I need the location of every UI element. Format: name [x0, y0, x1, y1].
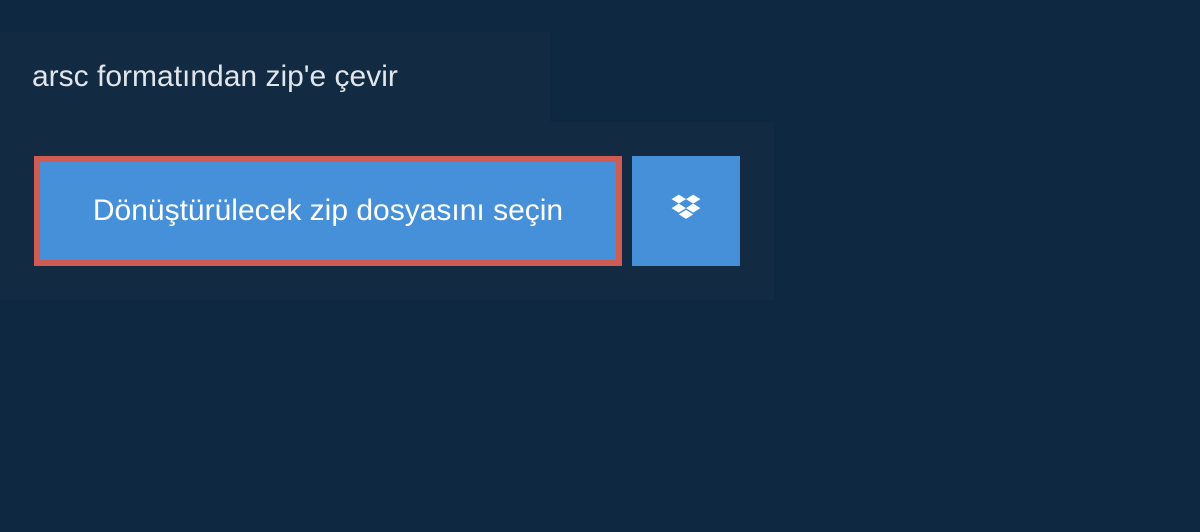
main-panel: Dönüştürülecek zip dosyasını seçin	[0, 122, 774, 300]
page-title: arsc formatından zip'e çevir	[32, 60, 518, 94]
select-file-label: Dönüştürülecek zip dosyasını seçin	[93, 194, 563, 228]
header-bar: arsc formatından zip'e çevir	[0, 32, 550, 122]
dropbox-icon	[668, 191, 704, 232]
dropbox-button[interactable]	[632, 156, 740, 266]
select-file-button[interactable]: Dönüştürülecek zip dosyasını seçin	[34, 156, 622, 266]
